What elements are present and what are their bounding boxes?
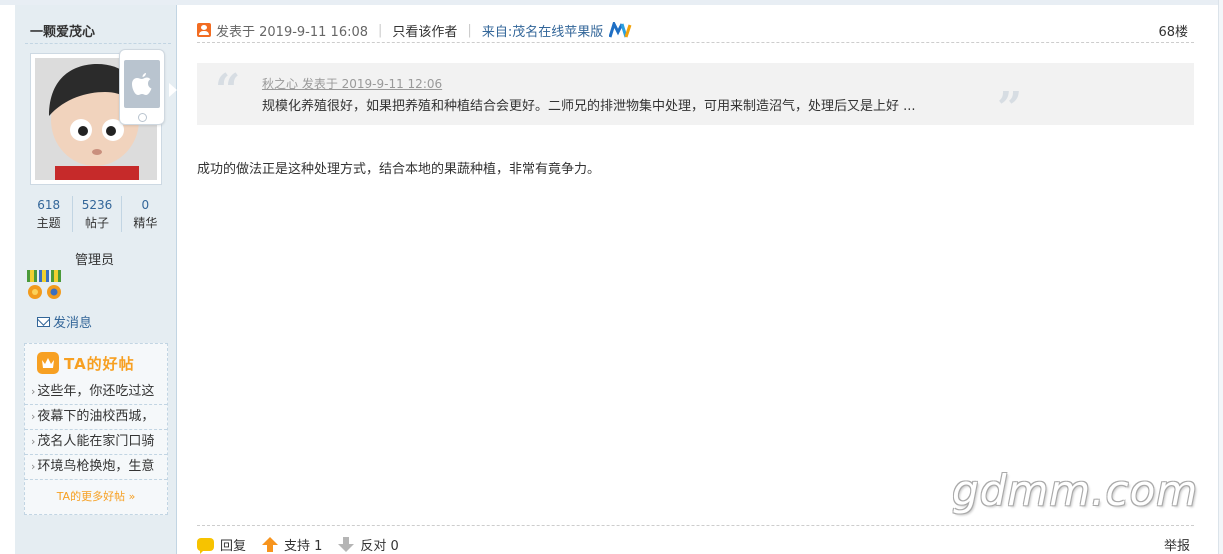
author-sidebar: 一颗爱茂心 618 主题 5236 帖子 0 精华 管理员 发消息 TA的好帖 … <box>15 5 177 554</box>
reply-button[interactable]: 回复 <box>197 535 246 554</box>
support-button[interactable]: 支持 1 <box>262 535 322 554</box>
send-message-link[interactable]: 发消息 <box>37 312 92 331</box>
mail-icon <box>37 316 50 327</box>
stat-threads[interactable]: 618 主题 <box>25 196 74 232</box>
list-item[interactable]: › 这些年，你还吃过这 <box>25 380 167 405</box>
mobile-client-badge <box>119 49 165 125</box>
scrollbar[interactable] <box>1218 0 1223 554</box>
arrow-up-icon <box>262 536 279 552</box>
quote-meta[interactable]: 秋之心 发表于 2019-9-11 12:06 <box>262 75 442 92</box>
chevron-right-icon: › <box>31 460 36 473</box>
author-stats: 618 主题 5236 帖子 0 精华 <box>25 196 169 232</box>
oppose-button[interactable]: 反对 0 <box>338 535 399 554</box>
floor-number[interactable]: 68楼 <box>1158 21 1188 40</box>
quote-block: “ 秋之心 发表于 2019-9-11 12:06 规模化养殖很好，如果把养殖和… <box>197 63 1194 134</box>
user-group-label[interactable]: 管理员 <box>75 249 114 268</box>
maoming-logo-icon[interactable] <box>609 22 633 38</box>
quote-text: 规模化养殖很好，如果把养殖和种植结合会更好。二师兄的排泄物集中处理，可用来制造沼… <box>262 99 916 114</box>
list-item[interactable]: › 茂名人能在家门口骑 <box>25 430 167 455</box>
post-actions: 回复 支持 1 反对 0 举报 <box>197 534 1194 554</box>
stat-posts[interactable]: 5236 帖子 <box>73 196 122 232</box>
quote-close-icon: ” <box>997 83 1023 134</box>
chevron-right-icon: › <box>31 435 36 448</box>
badge-pointer <box>169 83 177 97</box>
chevron-right-icon: › <box>31 385 36 398</box>
more-good-posts-link[interactable]: TA的更多好帖 » <box>25 488 167 504</box>
list-item[interactable]: › 环境鸟枪换炮，生意 <box>25 455 167 480</box>
reply-icon <box>197 537 214 554</box>
separator: | <box>378 22 383 38</box>
divider <box>197 42 1194 43</box>
divider <box>197 525 1194 526</box>
stat-digest[interactable]: 0 精华 <box>122 196 169 232</box>
quote-open-icon: “ <box>215 65 241 116</box>
only-author-link[interactable]: 只看该作者 <box>392 21 457 40</box>
good-posts-box: TA的好帖 › 这些年，你还吃过这 › 夜幕下的油校西城， › 茂名人能在家门口骑 ›… <box>24 343 168 515</box>
author-name[interactable]: 一颗爱茂心 <box>30 21 95 40</box>
apple-icon <box>132 73 152 95</box>
site-watermark: gdmm.com <box>952 466 1199 515</box>
source-link[interactable]: 来自:茂名在线苹果版 <box>482 21 603 40</box>
medals-icon[interactable] <box>25 268 69 304</box>
list-item[interactable]: › 夜幕下的油校西城， <box>25 405 167 430</box>
divider <box>25 43 171 44</box>
arrow-down-icon <box>338 536 355 552</box>
separator: | <box>467 22 472 38</box>
post-body: 成功的做法正是这种处理方式，结合本地的果蔬种植，非常有竟争力。 <box>197 162 601 177</box>
report-link[interactable]: 举报 <box>1164 535 1190 554</box>
good-posts-title: TA的好帖 <box>64 354 135 373</box>
crown-icon <box>37 352 59 374</box>
chevron-right-icon: › <box>31 410 36 423</box>
page-top-border <box>0 0 1223 5</box>
post-header: 发表于 2019-9-11 16:08 | 只看该作者 | 来自:茂名在线苹果版… <box>197 17 1194 43</box>
poster-icon <box>197 23 211 37</box>
good-posts-list: › 这些年，你还吃过这 › 夜幕下的油校西城， › 茂名人能在家门口骑 › 环境鸟枪换炮… <box>25 380 167 480</box>
posted-at: 发表于 2019-9-11 16:08 <box>216 24 369 40</box>
